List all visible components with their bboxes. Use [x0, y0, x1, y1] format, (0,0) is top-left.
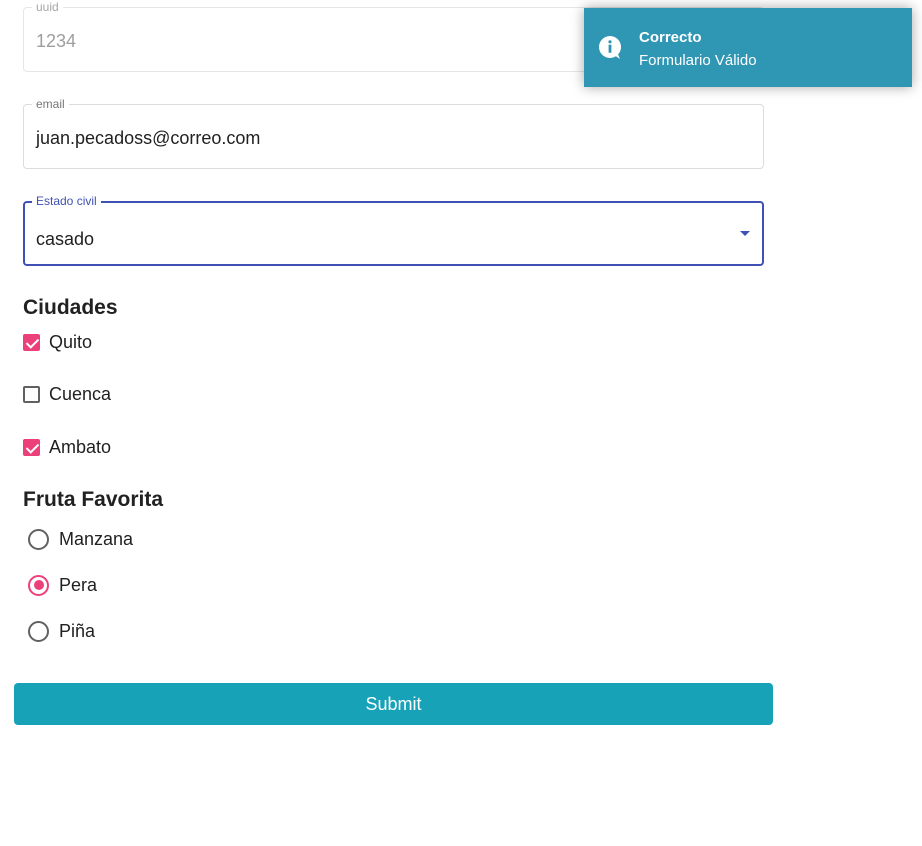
- checkbox-cuenca[interactable]: Cuenca: [23, 383, 111, 405]
- uuid-label: uuid: [32, 0, 63, 15]
- checkbox-checked-icon[interactable]: [23, 438, 40, 456]
- uuid-value: 1234: [36, 31, 77, 51]
- radio-pina[interactable]: Piña: [28, 619, 95, 643]
- toast-notification[interactable]: Correcto Formulario Válido: [584, 8, 912, 87]
- email-value[interactable]: juan.pecadoss@correo.com: [36, 126, 260, 150]
- checkbox-quito[interactable]: Quito: [23, 331, 92, 353]
- toast-message: Formulario Válido: [639, 52, 757, 69]
- radio-label-manzana: Manzana: [59, 529, 134, 549]
- radio-label-pina: Piña: [59, 621, 96, 641]
- estado-civil-select[interactable]: Estado civil casado: [23, 193, 764, 266]
- radio-unselected-icon[interactable]: [28, 620, 49, 642]
- estado-civil-label: Estado civil: [32, 193, 101, 209]
- checkbox-label-cuenca: Cuenca: [49, 384, 112, 404]
- radio-unselected-icon[interactable]: [28, 528, 49, 550]
- checkbox-checked-icon[interactable]: [23, 333, 40, 351]
- checkbox-ambato[interactable]: Ambato: [23, 436, 111, 458]
- dropdown-arrow-icon[interactable]: [740, 231, 750, 236]
- email-field[interactable]: email juan.pecadoss@correo.com: [23, 96, 764, 169]
- info-icon: [599, 36, 621, 59]
- estado-civil-value[interactable]: casado: [36, 227, 94, 251]
- submit-button[interactable]: Submit: [14, 683, 773, 725]
- radio-label-pera: Pera: [59, 575, 98, 595]
- fruta-heading: Fruta Favorita: [23, 488, 164, 511]
- radio-selected-icon[interactable]: [28, 574, 49, 596]
- checkbox-unchecked-icon[interactable]: [23, 385, 40, 403]
- checkbox-label-ambato: Ambato: [49, 437, 112, 457]
- radio-pera[interactable]: Pera: [28, 573, 97, 597]
- toast-title: Correcto: [639, 29, 702, 46]
- email-label: email: [32, 96, 69, 112]
- ciudades-heading: Ciudades: [23, 296, 118, 319]
- radio-manzana[interactable]: Manzana: [28, 527, 133, 551]
- form-page: uuid 1234 email juan.pecadoss@correo.com…: [0, 0, 922, 846]
- checkbox-label-quito: Quito: [49, 332, 93, 352]
